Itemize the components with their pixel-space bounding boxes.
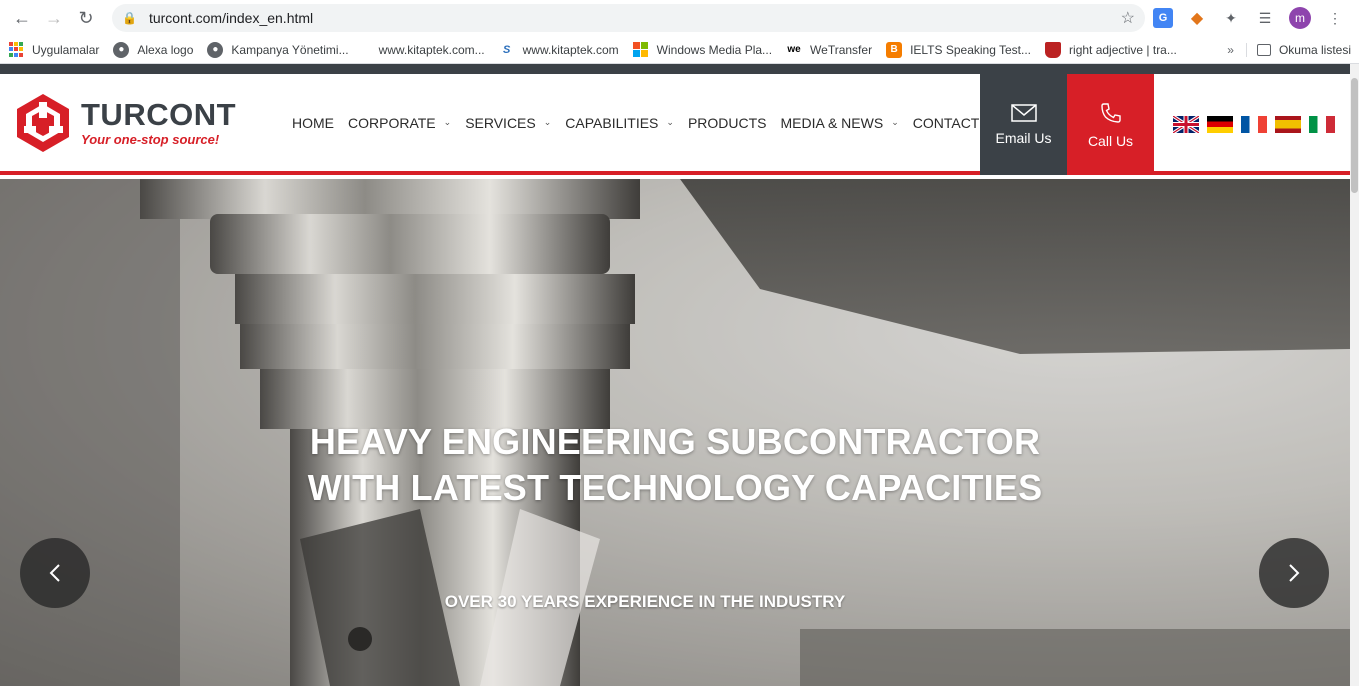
bookmark-right-adjective[interactable]: right adjective | tra... (1045, 41, 1177, 58)
hero-subtitle: OVER 30 YEARS EXPERIENCE IN THE INDUSTRY (444, 592, 846, 611)
bookmarks-bar: Uygulamalar ● Alexa logo ● Kampanya Yöne… (0, 36, 1359, 64)
extensions-area: G ◆ ✦ ☰ m ⋮ (1153, 7, 1351, 29)
extensions-puzzle-icon[interactable]: ✦ (1221, 8, 1241, 28)
logo-tagline: Your one-stop source! (81, 131, 220, 147)
menu-label: CAPABILITIES (565, 114, 659, 131)
lock-icon: 🔒 (122, 11, 137, 25)
site-logo[interactable]: TURCONT Your one-stop source! (15, 92, 255, 154)
email-us-label: Email Us (995, 129, 1052, 146)
call-us-label: Call Us (1087, 132, 1134, 149)
chevron-down-icon: ⌄ (443, 117, 452, 127)
logo-name: TURCONT (81, 96, 237, 132)
email-us-button[interactable]: Email Us (980, 74, 1067, 175)
reading-list-label: Okuma listesi (1278, 42, 1351, 57)
italy-flag-icon[interactable] (1309, 116, 1335, 133)
bookmark-wetransfer[interactable]: we WeTransfer (786, 42, 872, 58)
menu-products[interactable]: PRODUCTS (688, 115, 767, 131)
menu-contact[interactable]: CONTACT (913, 115, 980, 131)
metamask-extension-icon[interactable]: ◆ (1187, 8, 1207, 28)
crest-icon (1045, 41, 1062, 58)
wetransfer-icon: we (787, 44, 801, 55)
bookmark-label: Kampanya Yönetimi... (231, 42, 349, 57)
menu-label: CONTACT (912, 114, 980, 131)
hero-slider: HEAVY ENGINEERING SUBCONTRACTOR WITH LAT… (0, 179, 1350, 686)
reading-list-button[interactable]: Okuma listesi (1245, 42, 1351, 57)
bookmark-ielts[interactable]: B IELTS Speaking Test... (886, 41, 1032, 58)
bookmark-kitaptek-2[interactable]: S www.kitaptek.com (499, 42, 619, 58)
reload-icon[interactable]: ↻ (72, 4, 100, 32)
blogger-icon: B (886, 41, 903, 58)
menu-label: SERVICES (465, 114, 536, 131)
bookmark-label: right adjective | tra... (1069, 42, 1177, 57)
bookmark-label: Uygulamalar (32, 42, 100, 57)
germany-flag-icon[interactable] (1207, 116, 1233, 133)
phone-icon (1100, 102, 1121, 123)
scrollbar-thumb[interactable] (1351, 78, 1358, 193)
menu-home[interactable]: HOME (292, 115, 334, 131)
main-menu: HOME CORPORATE ⌄ SERVICES ⌄ CAPABILITIES ⌄ … (292, 115, 993, 131)
slider-next-button[interactable] (1259, 538, 1329, 608)
bookmark-alexa-logo[interactable]: ● Alexa logo (113, 41, 194, 58)
chrome-menu-icon[interactable]: ⋮ (1325, 8, 1345, 28)
menu-capabilities[interactable]: CAPABILITIES ⌄ (565, 115, 674, 131)
bookmark-label: www.kitaptek.com (522, 42, 619, 57)
reading-list-icon (1256, 43, 1271, 56)
chevron-down-icon: ⌄ (543, 117, 552, 127)
site-header: TURCONT Your one-stop source! HOME CORPO… (0, 74, 1359, 175)
menu-label: HOME (292, 114, 334, 131)
bookmark-kitaptek-1[interactable]: www.kitaptek.com... (379, 43, 485, 57)
language-switcher (1173, 116, 1335, 133)
translate-extension-icon[interactable]: G (1153, 8, 1173, 28)
turcont-logo-icon (17, 93, 69, 152)
profile-avatar[interactable]: m (1289, 7, 1311, 29)
uk-flag-icon[interactable] (1173, 116, 1199, 133)
apps-grid-icon (8, 41, 24, 58)
windows-logo-icon (633, 41, 649, 58)
bookmark-label: WeTransfer (810, 42, 873, 57)
menu-services[interactable]: SERVICES ⌄ (465, 115, 551, 131)
menu-label: MEDIA & NEWS (780, 114, 884, 131)
menu-label: CORPORATE (348, 114, 436, 131)
bookmark-kampanya[interactable]: ● Kampanya Yönetimi... (207, 41, 349, 58)
bookmark-label: Alexa logo (137, 42, 194, 57)
bookmark-apps[interactable]: Uygulamalar (8, 41, 100, 58)
s-logo-icon: S (502, 43, 511, 56)
page-viewport: TURCONT Your one-stop source! HOME CORPO… (0, 64, 1359, 686)
bookmarks-overflow-button[interactable]: » (1227, 43, 1234, 57)
globe-icon: ● (113, 41, 130, 58)
bookmark-star-icon[interactable]: ☆ (1121, 8, 1135, 28)
menu-media-news[interactable]: MEDIA & NEWS ⌄ (781, 115, 899, 131)
hero-title: HEAVY ENGINEERING SUBCONTRACTOR WITH LAT… (0, 419, 1350, 511)
menu-label: PRODUCTS (687, 114, 767, 131)
hero-title-line-1: HEAVY ENGINEERING SUBCONTRACTOR (309, 421, 1041, 462)
bookmark-windows-media[interactable]: Windows Media Pla... (633, 41, 773, 58)
bookmark-label: www.kitaptek.com... (378, 42, 485, 57)
chevron-left-icon (49, 564, 60, 582)
forward-icon[interactable]: → (40, 4, 68, 32)
hero-title-line-2: WITH LATEST TECHNOLOGY CAPACITIES (307, 467, 1043, 508)
chevron-right-icon (1289, 564, 1300, 582)
browser-toolbar: ← → ↻ 🔒 turcont.com/index_en.html ☆ G ◆ … (0, 0, 1359, 36)
slider-prev-button[interactable] (20, 538, 90, 608)
chevron-down-icon: ⌄ (891, 117, 899, 127)
menu-corporate[interactable]: CORPORATE ⌄ (348, 115, 451, 131)
address-bar[interactable]: 🔒 turcont.com/index_en.html ☆ (112, 4, 1145, 32)
bookmark-label: IELTS Speaking Test... (910, 42, 1032, 57)
bookmark-label: Windows Media Pla... (656, 42, 773, 57)
call-us-button[interactable]: Call Us (1067, 74, 1154, 175)
envelope-icon (1010, 103, 1037, 122)
url-text[interactable]: turcont.com/index_en.html (149, 10, 1121, 26)
france-flag-icon[interactable] (1241, 116, 1267, 133)
globe-icon: ● (207, 41, 224, 58)
chevron-down-icon: ⌄ (666, 117, 674, 127)
spain-flag-icon[interactable] (1275, 116, 1301, 133)
media-queue-icon[interactable]: ☰ (1255, 8, 1275, 28)
back-icon[interactable]: ← (8, 4, 36, 32)
page-scrollbar[interactable] (1350, 64, 1359, 686)
top-strip (0, 64, 1359, 74)
